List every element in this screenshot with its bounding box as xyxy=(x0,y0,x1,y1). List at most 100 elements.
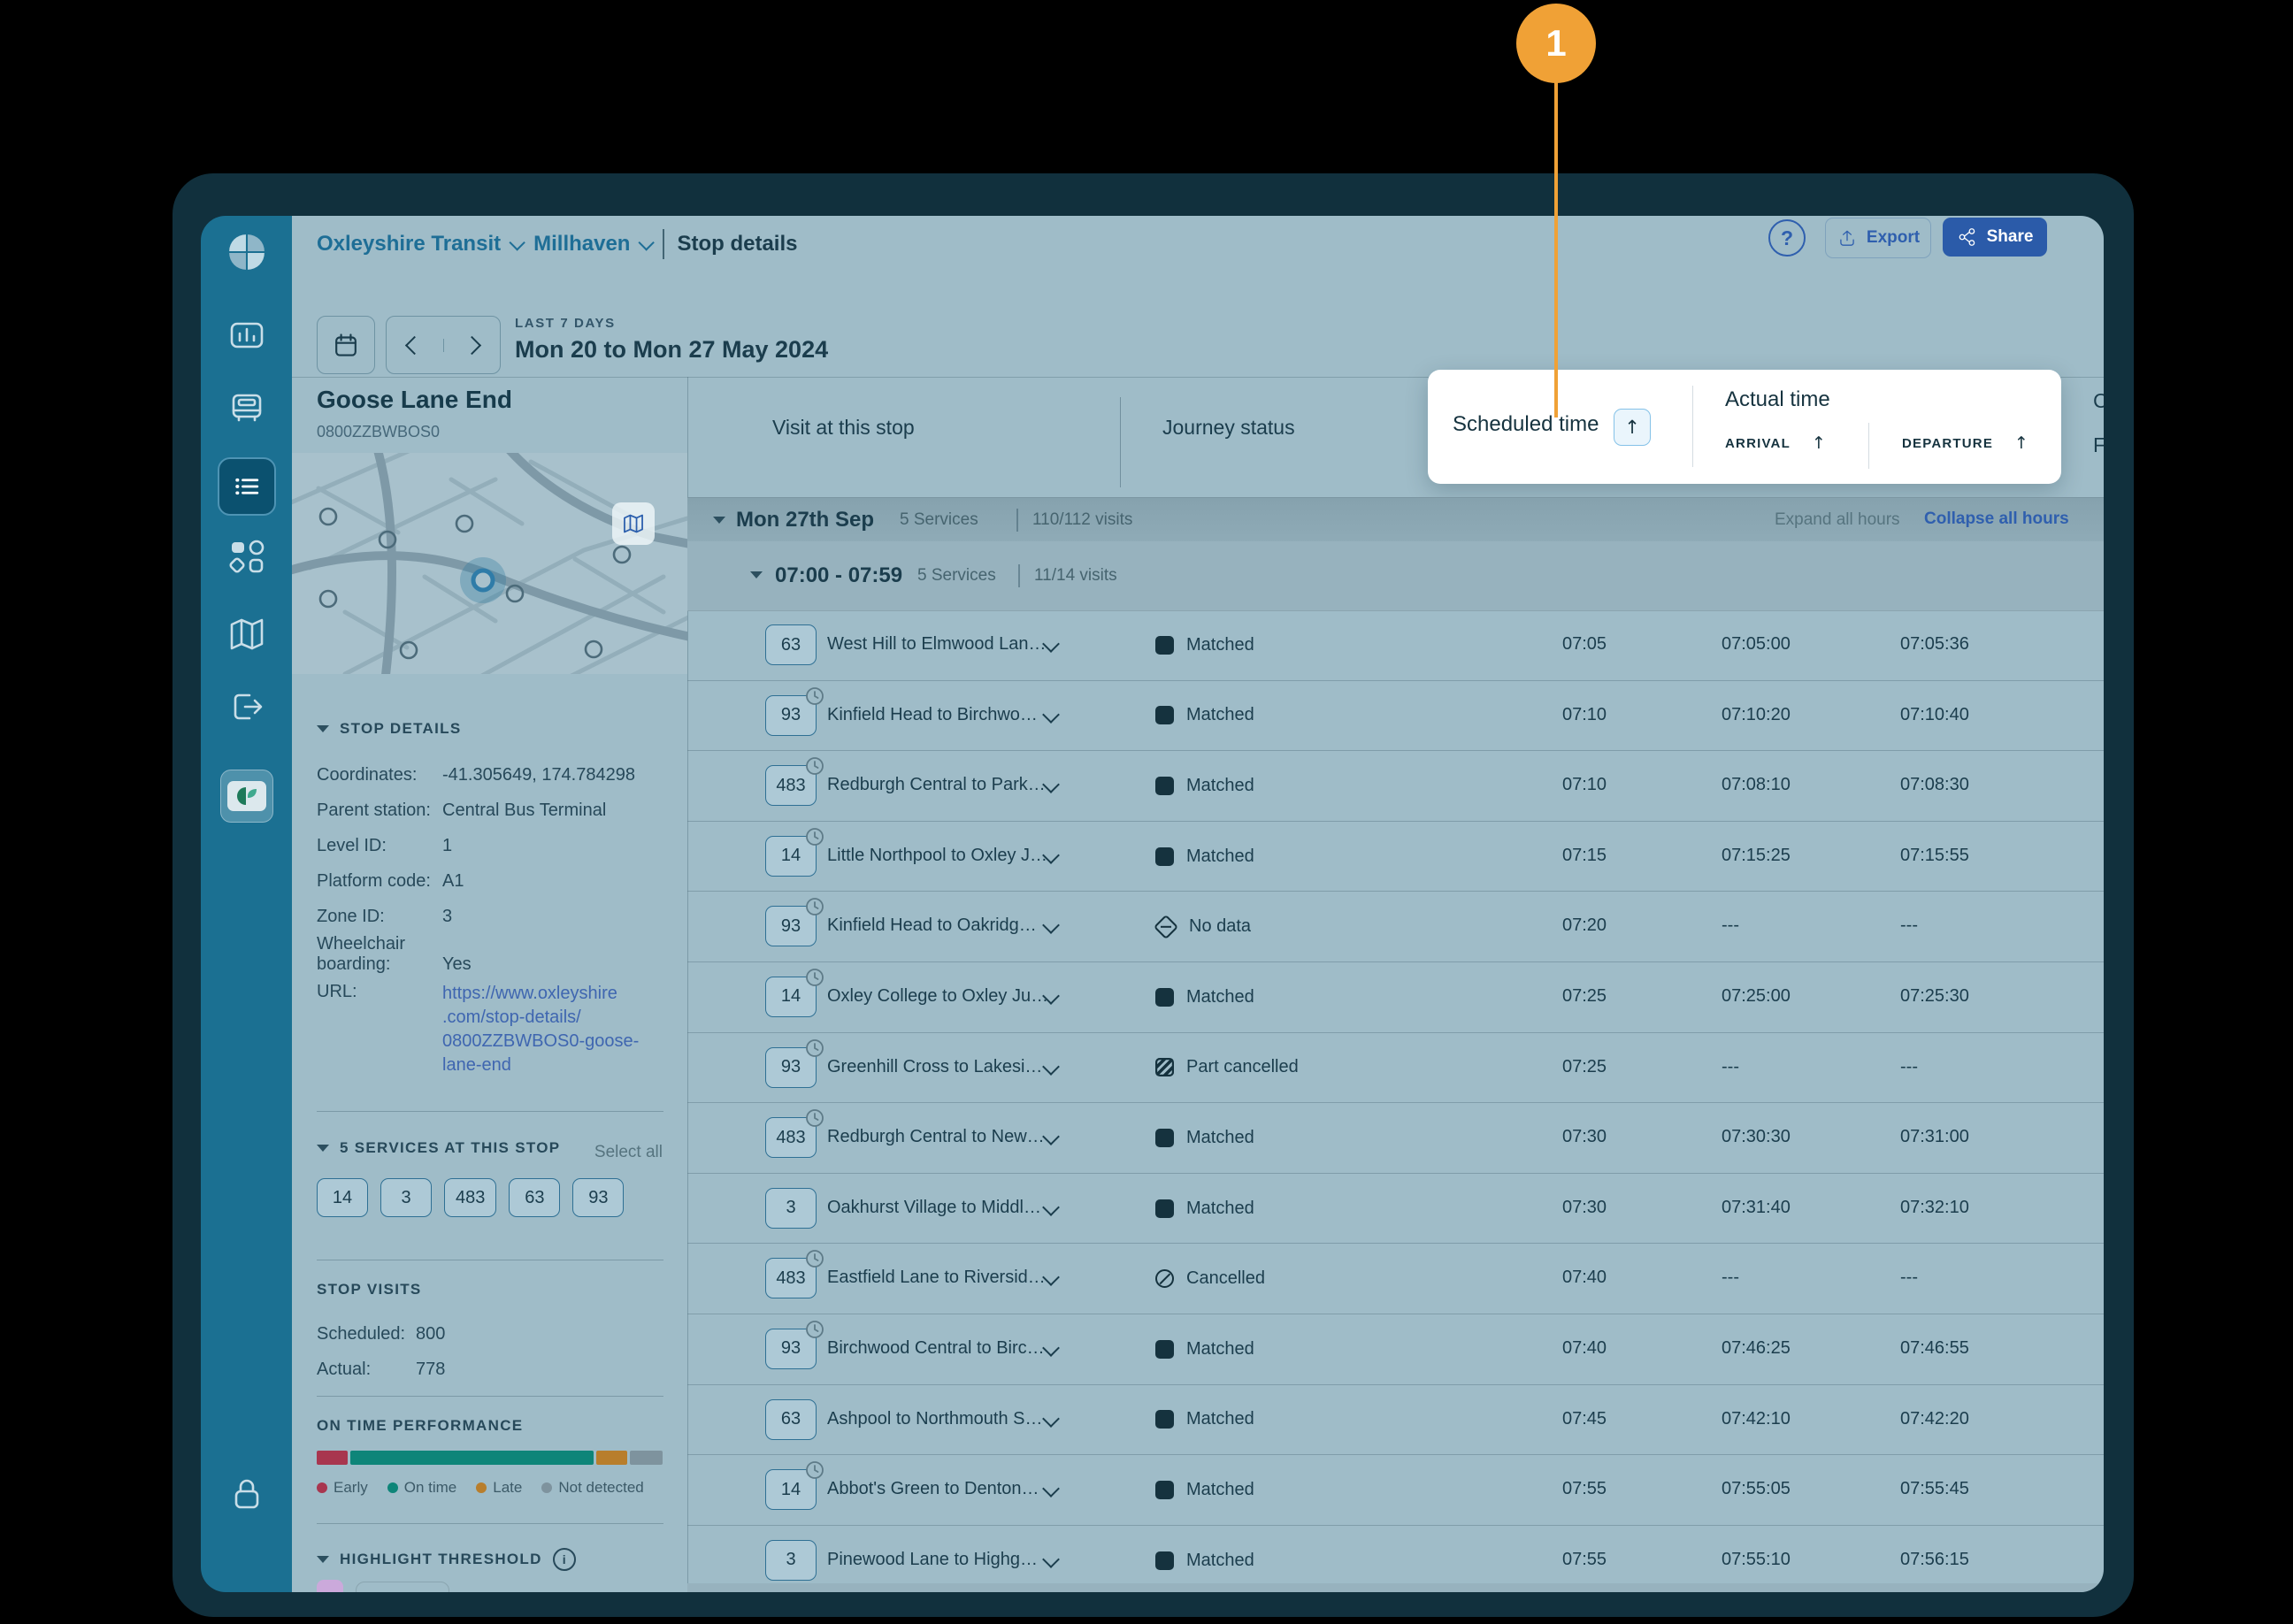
sidebar xyxy=(201,216,292,1592)
route-label: Greenhill Cross to Lakesi… xyxy=(827,1056,1043,1076)
highlight-threshold-header[interactable]: HIGHLIGHT THRESHOLD i xyxy=(317,1548,576,1571)
visit-row[interactable]: 63 Ashpool to Northmouth S… Matched 07:4… xyxy=(687,1385,2104,1456)
chevron-down-icon[interactable] xyxy=(1042,1198,1060,1216)
divider xyxy=(317,1111,663,1112)
arrival-time: 07:31:40 xyxy=(1722,1197,1791,1217)
day-visits-count: 110/112 visits xyxy=(1032,510,1133,529)
visit-row[interactable]: 93 Greenhill Cross to Lakesi… Part cance… xyxy=(687,1033,2104,1104)
stop-url-link[interactable]: https://www.oxleyshire .com/stop-details… xyxy=(442,982,639,1077)
status-icon xyxy=(1155,1199,1174,1218)
collapse-triangle-icon xyxy=(317,1145,329,1152)
scheduled-time: 07:10 xyxy=(1562,704,1607,724)
status-icon xyxy=(1155,1339,1174,1359)
visit-row[interactable]: 483 Redburgh Central to New… Matched 07:… xyxy=(687,1103,2104,1174)
service-filter-chip[interactable]: 63 xyxy=(509,1178,561,1217)
visit-row[interactable]: 483 Eastfield Lane to Riversid… Cancelle… xyxy=(687,1244,2104,1314)
column-header-departure[interactable]: DEPARTURE ↑ xyxy=(1902,433,2029,453)
service-filter-chips: 14 3 483 63 93 xyxy=(317,1178,625,1217)
chevron-down-icon[interactable] xyxy=(1042,1057,1060,1076)
route-label: Oakhurst Village to Middl… xyxy=(827,1197,1041,1217)
mini-map[interactable] xyxy=(292,440,703,687)
departure-time: --- xyxy=(1900,915,1918,936)
arrival-time: 07:10:20 xyxy=(1722,704,1791,724)
visit-row[interactable]: 483 Redburgh Central to Park… Matched 07… xyxy=(687,751,2104,822)
departure-time: 07:25:30 xyxy=(1900,985,1969,1006)
map-icon[interactable] xyxy=(226,614,267,655)
next-hour-group-row-partial[interactable]: 08:00 - 08:59 5 Services xyxy=(687,1583,2104,1592)
status-icon xyxy=(1155,846,1174,866)
status-label: Matched xyxy=(1186,1198,1254,1218)
status-label: No data xyxy=(1189,916,1252,937)
scheduled-time: 07:05 xyxy=(1562,634,1607,654)
chevron-down-icon[interactable] xyxy=(1042,1409,1060,1428)
visit-row[interactable]: 93 Birchwood Central to Birc… Matched 07… xyxy=(687,1314,2104,1385)
service-badge: 3 xyxy=(765,1539,817,1581)
visit-row[interactable]: 3 Oakhurst Village to Middl… Matched 07:… xyxy=(687,1174,2104,1245)
visit-row[interactable]: 14 Abbot's Green to Denton… Matched 07:5… xyxy=(687,1455,2104,1526)
sidebar-item-stop-list[interactable] xyxy=(217,457,276,516)
chevron-down-icon[interactable] xyxy=(1042,916,1060,935)
services-header[interactable]: 5 SERVICES AT THIS STOP xyxy=(317,1139,560,1157)
detail-row-url: URL: https://www.oxleyshire .com/stop-det… xyxy=(317,978,663,1081)
analytics-icon[interactable] xyxy=(226,315,267,356)
column-header-scheduled[interactable]: Scheduled time xyxy=(1453,412,1599,437)
service-badge: 14 xyxy=(765,827,824,877)
screenshot-root: Oxleyshire Transit Millhaven Stop detail… xyxy=(0,0,2293,1624)
departure-time: --- xyxy=(1900,1268,1918,1288)
visit-row[interactable]: 93 Kinfield Head to Oakridg… No data 07:… xyxy=(687,892,2104,962)
visit-row[interactable]: 3 Pinewood Lane to Highg… Matched 07:55 … xyxy=(687,1526,2104,1592)
service-filter-chip[interactable]: 483 xyxy=(444,1178,497,1217)
legend-item: Not detected xyxy=(541,1479,644,1497)
clock-icon xyxy=(805,1108,824,1128)
vehicle-icon[interactable] xyxy=(226,388,267,429)
partner-app-icon[interactable] xyxy=(219,770,273,823)
visit-row[interactable]: 14 Oxley College to Oxley Ju… Matched 07… xyxy=(687,962,2104,1033)
collapse-triangle-icon xyxy=(750,571,763,578)
info-icon[interactable]: i xyxy=(552,1548,576,1571)
chevron-down-icon[interactable] xyxy=(1042,1339,1060,1357)
route-label: Little Northpool to Oxley J… xyxy=(827,845,1047,865)
arrival-time: 07:46:25 xyxy=(1722,1337,1791,1358)
service-filter-chip[interactable]: 14 xyxy=(317,1178,368,1217)
service-filter-chip[interactable]: 3 xyxy=(380,1178,432,1217)
visit-row[interactable]: 14 Little Northpool to Oxley J… Matched … xyxy=(687,822,2104,892)
route-label: Abbot's Green to Denton… xyxy=(827,1479,1039,1499)
sort-ascending-button[interactable]: ↑ xyxy=(1614,409,1651,446)
clock-icon xyxy=(805,756,824,776)
stop-visit-stats: Scheduled: 800 Actual: 778 xyxy=(317,1313,445,1383)
clock-icon xyxy=(805,1249,824,1268)
arrival-time: 07:30:30 xyxy=(1722,1127,1791,1147)
visit-row[interactable]: 63 West Hill to Elmwood Lan… Matched 07:… xyxy=(687,610,2104,681)
expand-map-button[interactable] xyxy=(612,502,655,545)
chevron-down-icon[interactable] xyxy=(1042,1550,1060,1568)
blocks-icon[interactable] xyxy=(226,536,267,577)
service-badge: 483 xyxy=(765,757,824,807)
service-badge: 63 xyxy=(765,1398,817,1440)
column-header-journey: Journey status xyxy=(1162,416,1295,439)
collapse-all-hours-link[interactable]: Collapse all hours xyxy=(1924,509,2069,529)
clock-icon xyxy=(805,1038,824,1058)
hour-group-row[interactable]: 07:00 - 07:59 5 Services 11/14 visits xyxy=(687,541,2104,611)
scheduled-time: 07:15 xyxy=(1562,845,1607,865)
app-logo[interactable] xyxy=(226,232,267,272)
chevron-down-icon[interactable] xyxy=(1042,1128,1060,1146)
service-filter-chip[interactable]: 93 xyxy=(572,1178,625,1217)
column-header-arrival[interactable]: ARRIVAL ↑ xyxy=(1725,433,1827,453)
day-group-row[interactable]: Mon 27th Sep 5 Services 110/112 visits E… xyxy=(687,497,2104,543)
stop-details-header[interactable]: STOP DETAILS xyxy=(317,720,461,738)
divider xyxy=(317,1396,663,1397)
chevron-down-icon[interactable] xyxy=(1042,1480,1060,1498)
select-all-link[interactable]: Select all xyxy=(594,1143,663,1162)
threshold-control-partial[interactable] xyxy=(356,1582,449,1592)
arrival-time: --- xyxy=(1722,1056,1739,1076)
chevron-down-icon[interactable] xyxy=(1042,705,1060,724)
departure-time: 07:08:30 xyxy=(1900,775,1969,795)
threshold-chip-partial[interactable] xyxy=(317,1580,343,1592)
sign-out-icon[interactable] xyxy=(226,686,267,727)
detail-row: Wheelchair boarding: Yes xyxy=(317,934,472,974)
status-label: Matched xyxy=(1186,1409,1254,1429)
expand-all-hours-link[interactable]: Expand all hours xyxy=(1775,510,1900,530)
stop-visits-header: STOP VISITS xyxy=(317,1281,422,1298)
collapse-triangle-icon xyxy=(317,1556,329,1563)
visit-row[interactable]: 93 Kinfield Head to Birchwo… Matched 07:… xyxy=(687,681,2104,752)
